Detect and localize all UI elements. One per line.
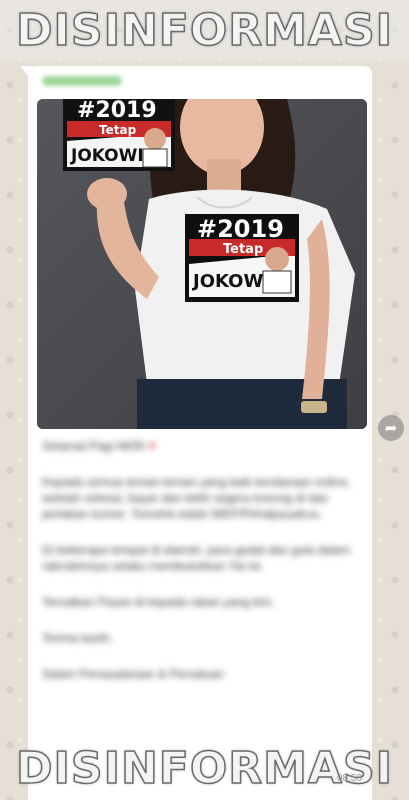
message-image[interactable]: #2019 Tetap JOKOWI #2019 Tetap JOKOWI <box>37 99 367 429</box>
print-tagline: Tetap <box>223 242 263 257</box>
sign-tagline: Tetap <box>99 123 137 137</box>
print-name: JOKOWI <box>191 271 270 292</box>
sign-name: JOKOWI <box>70 146 144 166</box>
caption-paragraph: Terima kasih, <box>42 631 113 645</box>
disinformation-watermark-top: DISINFORMASI <box>0 0 409 60</box>
print-hashtag: #2019 <box>197 215 284 243</box>
shirt-campaign-print: #2019 Tetap JOKOWI <box>185 214 299 302</box>
caption-paragraph: Salam Persaudaraan & Persatuan <box>42 667 225 681</box>
message-caption-blurred: Selamat Pagi NKRI ♥ Kepada semua teman-t… <box>42 438 358 702</box>
caption-paragraph: Kepada semua teman-teman yang baik kenda… <box>42 475 351 521</box>
caption-paragraph: Tercatkan Pasari di kepada rakan yang ki… <box>42 595 275 609</box>
caption-paragraph: Di beberapa tempat di daerah, para gedat… <box>42 543 351 573</box>
disinformation-watermark-bottom: DISINFORMASI <box>15 742 394 795</box>
caption-paragraph: Selamat Pagi NKRI <box>42 439 146 453</box>
sign-hashtag: #2019 <box>77 99 157 123</box>
message-timestamp: 08:50 <box>336 773 362 784</box>
heart-emoji-icon: ♥ <box>148 439 156 453</box>
held-campaign-sign: #2019 Tetap JOKOWI <box>63 99 175 171</box>
sender-name-blurred <box>42 76 122 86</box>
forward-arrow-icon[interactable]: ➦ <box>378 415 404 441</box>
campaign-photo: #2019 Tetap JOKOWI #2019 Tetap JOKOWI <box>37 99 367 429</box>
message-bubble[interactable]: #2019 Tetap JOKOWI #2019 Tetap JOKOWI Se… <box>28 66 372 800</box>
